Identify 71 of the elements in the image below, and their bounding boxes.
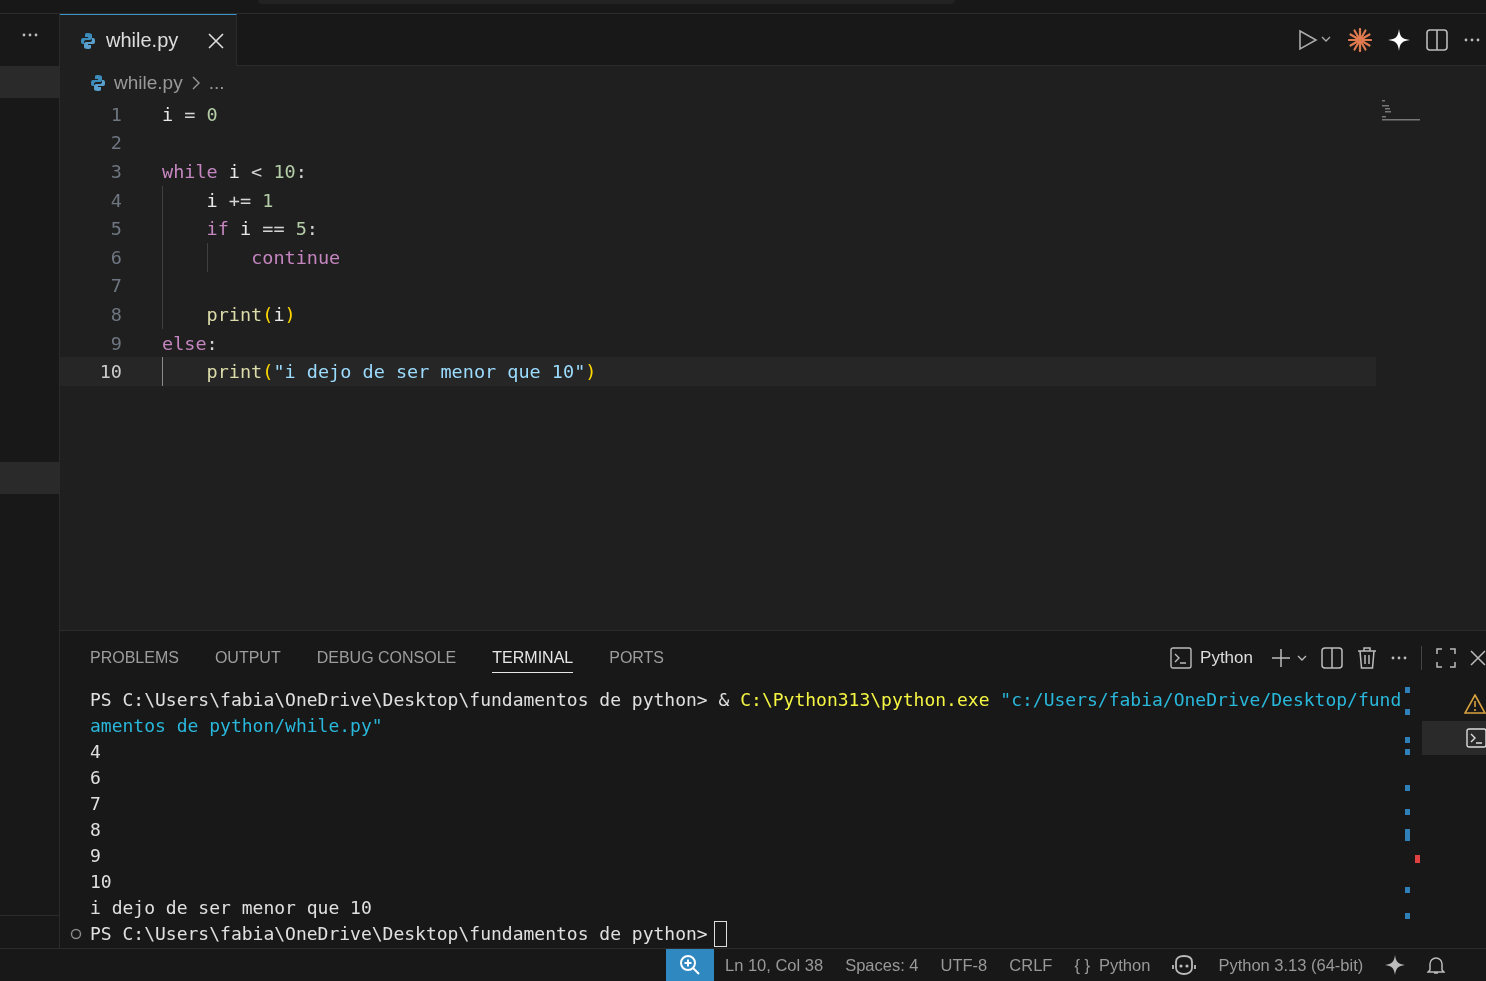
terminal-line: 10 — [90, 870, 112, 894]
status-item[interactable]: UTF-8 — [929, 949, 999, 981]
bell-icon[interactable] — [1427, 955, 1446, 975]
terminal-line: amentos de python/while.py" — [90, 714, 383, 738]
code-line: i = 0 — [162, 103, 218, 125]
more-icon[interactable] — [21, 32, 38, 38]
panel-tab[interactable]: PORTS — [609, 643, 665, 673]
line-number: 3 — [109, 161, 123, 182]
terminal-line: 7 — [90, 792, 101, 816]
text-cursor — [713, 921, 727, 947]
code-line: else: — [162, 332, 218, 354]
python-icon — [80, 31, 96, 50]
status-item[interactable]: Python 3.13 (64-bit) — [1207, 949, 1375, 981]
line-number: 1 — [109, 103, 123, 125]
terminal-line: PS C:\Users\fabia\OneDrive\Desktop\fundamentos de python> & C:\Python313\python.exe "c:/Users/fabia/OneDrive/Desktop/fund — [90, 688, 1402, 712]
maximize-icon[interactable] — [1436, 648, 1456, 668]
terminal-line: 9 — [90, 844, 101, 868]
split-terminal-icon[interactable] — [1321, 647, 1343, 669]
split-editor-icon[interactable] — [1426, 28, 1448, 51]
prompt-circle-icon — [70, 928, 82, 940]
language-mode[interactable]: { } Python — [1063, 949, 1162, 981]
breadcrumb-item[interactable]: while.py — [114, 72, 183, 94]
editor-tab[interactable]: while.py — [60, 14, 238, 66]
line-number: 6 — [109, 246, 123, 268]
terminal-line: 4 — [90, 740, 101, 764]
sparkle-icon[interactable] — [1388, 28, 1410, 51]
terminal-profile[interactable]: Python — [1170, 647, 1253, 669]
line-number: 7 — [109, 275, 123, 297]
plus-icon[interactable] — [1271, 648, 1307, 668]
starburst-icon[interactable] — [1348, 27, 1372, 52]
breadcrumb-item[interactable]: ... — [208, 72, 225, 94]
code-line: if i == 5: — [206, 218, 318, 240]
code-line: continue — [251, 246, 341, 268]
trash-icon[interactable] — [1357, 647, 1377, 669]
terminal-line: i dejo de ser menor que 10 — [90, 896, 372, 920]
terminal-icon — [1170, 647, 1193, 669]
close-icon[interactable] — [1470, 650, 1486, 666]
line-number: 2 — [109, 132, 123, 154]
code-line: while i < 10: — [162, 161, 307, 182]
sparkle-icon[interactable] — [1385, 955, 1406, 975]
copilot-icon[interactable] — [1172, 955, 1197, 975]
line-number: 9 — [109, 332, 123, 354]
panel-tab[interactable]: OUTPUT — [214, 643, 281, 673]
line-number: 10 — [98, 361, 123, 383]
code-line: print("i dejo de ser menor que 10") — [206, 361, 597, 383]
panel-tab[interactable]: PROBLEMS — [90, 643, 179, 673]
code-line: print(i) — [206, 303, 296, 325]
terminal-icon — [1466, 728, 1486, 748]
panel-tab[interactable]: TERMINAL — [492, 643, 574, 673]
terminal-line: 8 — [90, 818, 101, 842]
status-item[interactable]: CRLF — [998, 949, 1064, 981]
run-icon[interactable] — [1298, 28, 1332, 51]
terminal-list-item[interactable] — [1422, 721, 1486, 755]
code-line: i += 1 — [206, 189, 274, 211]
line-number: 4 — [109, 189, 123, 211]
terminal-line: 6 — [90, 766, 101, 790]
line-number: 5 — [109, 218, 123, 240]
zoom-button[interactable] — [666, 949, 714, 981]
more-icon[interactable] — [1391, 655, 1407, 661]
minimap-drawing — [1382, 100, 1422, 122]
panel-tab[interactable]: DEBUG CONSOLE — [316, 643, 457, 673]
zoom-in-icon — [679, 954, 701, 976]
chevron-right-icon — [190, 76, 201, 90]
line-number: 8 — [109, 303, 123, 325]
python-icon — [90, 74, 106, 92]
status-item[interactable]: Ln 10, Col 38 — [714, 949, 835, 981]
terminal-line: PS C:\Users\fabia\OneDrive\Desktop\fundamentos de python> — [90, 922, 708, 946]
close-icon[interactable] — [208, 32, 225, 49]
warning-icon[interactable] — [1464, 694, 1486, 714]
status-item[interactable]: Spaces: 4 — [834, 949, 930, 981]
more-icon[interactable] — [1464, 36, 1480, 43]
